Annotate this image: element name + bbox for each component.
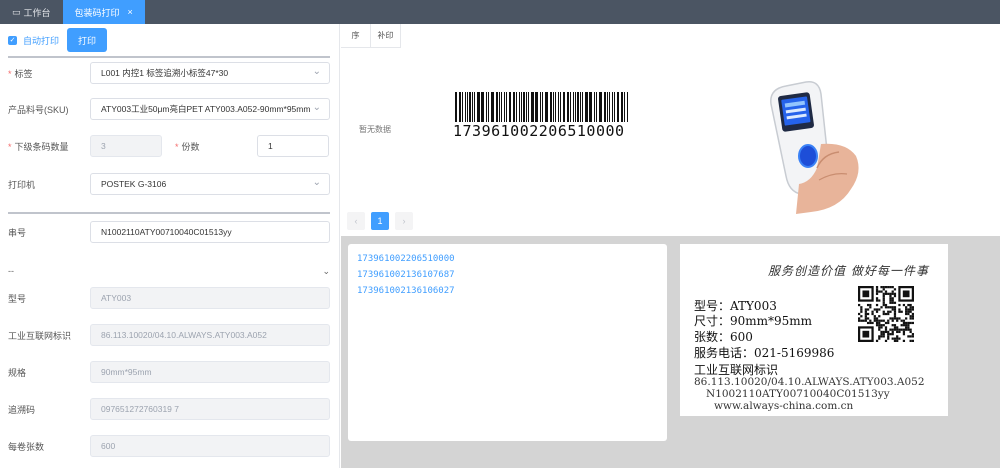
print-form-panel: ✓ 自动打印 打印 *标签 L001 内控1 标签追溯小标签47*30 产品料号…: [0, 24, 340, 468]
label-serial: N1002110ATY00710040C01513yy: [706, 388, 890, 400]
collapse-header[interactable]: -- ⌄: [8, 264, 330, 278]
per-roll-field-name: 每卷张数: [8, 441, 45, 452]
label-site: www.always-china.com.cn: [714, 400, 854, 412]
chevron-down-icon[interactable]: ⌄: [322, 266, 330, 277]
iot-id-input[interactable]: 86.113.10020/04.10.ALWAYS.ATY003.A052: [90, 324, 330, 346]
auto-print-checkbox[interactable]: ✓: [8, 35, 17, 45]
top-tab-bar: ▭ 工作台 包装码打印 ×: [0, 0, 1000, 24]
tab-workbench-label: 工作台: [23, 7, 51, 18]
barcode-preview: 173961002206510000: [453, 92, 633, 140]
serial-input[interactable]: N1002110ATY00710040C01513yy: [90, 221, 330, 243]
barcode-image: [455, 92, 628, 122]
label-phone: 服务电话：021-5169986: [694, 346, 835, 360]
label-preview-card: 服务创造价值 做好每一件事 型号：ATY003 尺寸：90mm*95mm 张数：…: [680, 244, 948, 416]
copies-input[interactable]: 1: [257, 135, 329, 157]
preview-tabs: 序 补印: [341, 24, 401, 48]
label-field-name: 标签: [14, 68, 33, 79]
printer-row: 打印机 POSTEK G-3106: [8, 173, 330, 195]
sku-row: 产品料号(SKU) ATY003工业50μm亮白PET ATY003.A052-…: [8, 98, 330, 120]
label-count: 张数：600: [694, 330, 753, 344]
trace-row: 追溯码 097651272760319 7: [8, 398, 330, 420]
preview-panel: 序 补印 暂无数据 173961002206510000 ‹ 1 ›: [341, 24, 1000, 236]
auto-print-row: ✓ 自动打印 打印: [8, 28, 108, 52]
auto-print-label[interactable]: 自动打印: [23, 34, 59, 47]
required-mark: *: [8, 141, 12, 152]
serial-row: 串号 N1002110ATY00710040C01513yy: [8, 221, 330, 243]
spec-field-name: 规格: [8, 367, 27, 378]
model-field-name: 型号: [8, 293, 27, 304]
spec-row: 规格 90mm*95mm: [8, 361, 330, 383]
handheld-scanner-image: [770, 81, 859, 214]
sku-select[interactable]: ATY003工业50μm亮白PET ATY003.A052-90mm*95mm: [90, 98, 330, 120]
iot-id-row: 工业互联网标识 86.113.10020/04.10.ALWAYS.ATY003…: [8, 324, 330, 346]
desktop-icon: ▭: [12, 6, 21, 17]
copies-field-name: 份数: [181, 141, 200, 152]
next-page-button[interactable]: ›: [395, 212, 413, 230]
tab-workbench[interactable]: ▭ 工作台: [0, 0, 63, 24]
required-mark: *: [175, 141, 179, 152]
barcode-number: 173961002206510000: [453, 122, 625, 140]
label-iot-value: 86.113.10020/04.10.ALWAYS.ATY003.A052: [694, 376, 925, 388]
serial-field-name: 串号: [8, 227, 27, 238]
pagination: ‹ 1 ›: [347, 212, 413, 230]
list-item: 173961002136106027: [357, 286, 455, 296]
tab-package-code-print-label: 包装码打印: [74, 7, 120, 18]
list-item: 173961002206510000: [357, 254, 455, 264]
trace-input[interactable]: 097651272760319 7: [90, 398, 330, 420]
model-input[interactable]: ATY003: [90, 287, 330, 309]
spec-input[interactable]: 90mm*95mm: [90, 361, 330, 383]
per-roll-input[interactable]: 600: [90, 435, 330, 457]
page-button[interactable]: 1: [371, 212, 389, 230]
iot-id-field-name: 工业互联网标识: [8, 330, 72, 341]
code-list: 173961002206510000 173961002136107687 17…: [348, 244, 667, 441]
print-button[interactable]: 打印: [67, 28, 108, 52]
tab-reprint[interactable]: 补印: [371, 24, 401, 47]
slogan-text: 服务创造价值 做好每一件事: [768, 264, 929, 278]
tab-package-code-print[interactable]: 包装码打印 ×: [62, 0, 145, 24]
empty-state-text: 暂无数据: [359, 125, 391, 134]
required-mark: *: [8, 68, 12, 79]
sub-count-input[interactable]: 3: [90, 135, 162, 157]
per-roll-row: 每卷张数 600: [8, 435, 330, 457]
print-preview-area: 173961002206510000 173961002136107687 17…: [341, 236, 1000, 468]
label-size: 尺寸：90mm*95mm: [694, 314, 813, 328]
sub-count-field-name: 下级条码数量: [14, 141, 69, 152]
prev-page-button[interactable]: ‹: [347, 212, 365, 230]
trace-field-name: 追溯码: [8, 404, 36, 415]
printer-select[interactable]: POSTEK G-3106: [90, 173, 330, 195]
divider: [8, 212, 330, 214]
label-select[interactable]: L001 内控1 标签追溯小标签47*30: [90, 62, 330, 84]
sku-field-name: 产品料号(SKU): [8, 104, 69, 115]
divider: [8, 56, 330, 58]
model-row: 型号 ATY003: [8, 287, 330, 309]
label-row: * 标签 L001 内控1 标签追溯小标签47*30: [8, 62, 330, 84]
tab-sequence[interactable]: 序: [341, 24, 371, 47]
collapse-label: --: [8, 266, 14, 276]
close-icon[interactable]: ×: [128, 7, 133, 17]
printer-field-name: 打印机: [8, 179, 36, 190]
count-row: * 下级条码数量 3 * 份数 1: [8, 135, 330, 157]
list-item: 173961002136107687: [357, 270, 455, 280]
qr-code-image: [858, 286, 914, 342]
